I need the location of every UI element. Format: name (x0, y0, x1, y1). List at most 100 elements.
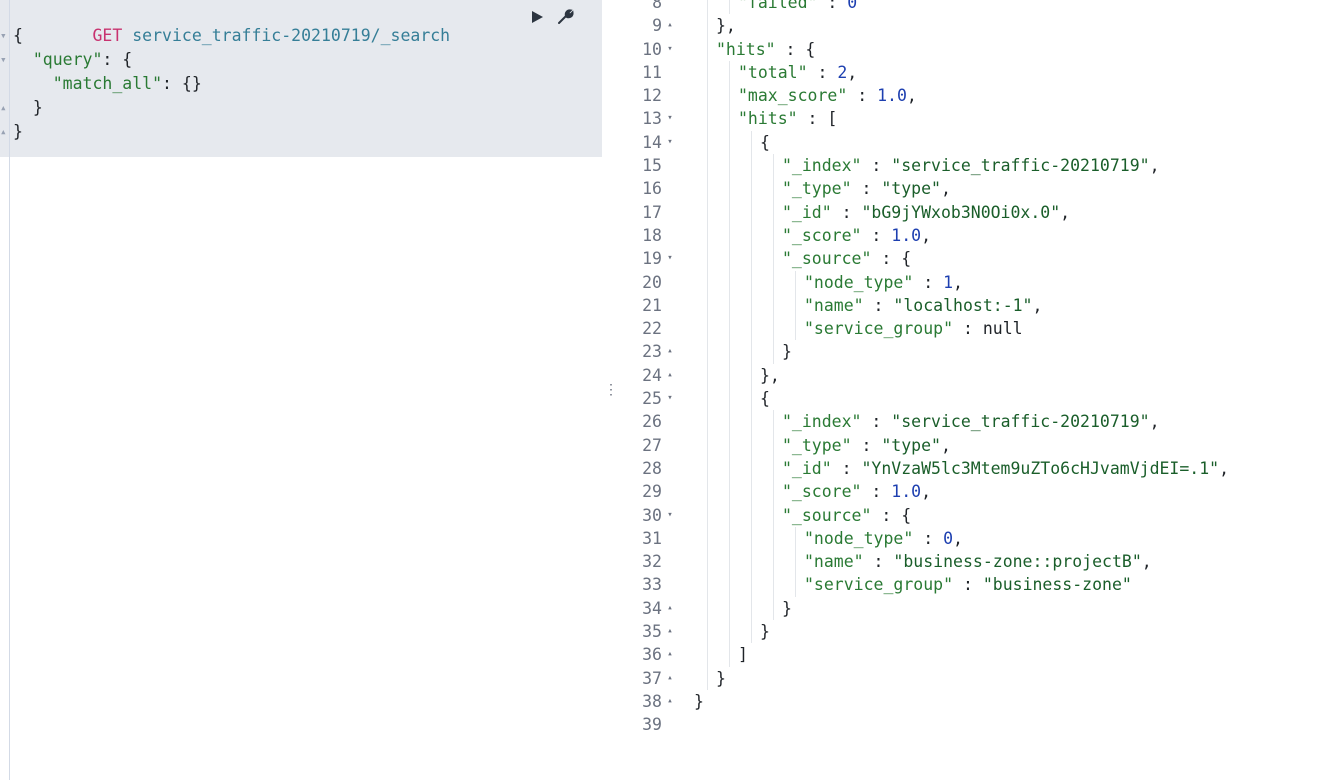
response-line: 9 ▴}, (620, 14, 1320, 38)
drag-handle-icon[interactable]: ⋮ (604, 382, 618, 398)
request-body-line[interactable]: ▾ "query": { (0, 48, 602, 72)
fold-close-icon[interactable]: ▴ (664, 597, 676, 620)
response-code: "service_group" : null (804, 319, 1023, 339)
fold-close-icon[interactable]: ▴ (664, 643, 676, 666)
line-number: 12 (642, 86, 662, 106)
fold-marker-icon[interactable]: ▾ (0, 48, 10, 72)
indent-guide (729, 526, 730, 551)
indent-guide (729, 247, 730, 271)
indent-guide (729, 480, 730, 504)
line-number: 25 (642, 389, 662, 409)
indent-guide (773, 270, 774, 294)
indent-guide (707, 480, 708, 504)
line-number: 26 (642, 412, 662, 432)
request-body-line[interactable]: "match_all": {} (0, 72, 602, 96)
fold-close-icon[interactable]: ▴ (664, 14, 676, 37)
fold-marker-icon[interactable]: ▾ (0, 24, 10, 48)
line-number: 24 (642, 365, 662, 385)
response-code: "_score" : 1.0, (782, 225, 932, 245)
response-code: "_index" : "service_traffic-20210719", (782, 156, 1160, 176)
fold-marker-icon[interactable]: ▴ (0, 96, 10, 120)
line-number: 29 (642, 482, 662, 502)
indent-guide (729, 84, 730, 108)
response-line: 15 "_index" : "service_traffic-20210719", (620, 154, 1320, 178)
indent-guide (707, 84, 708, 108)
play-icon[interactable] (528, 8, 546, 26)
fold-open-icon[interactable]: ▾ (664, 387, 676, 410)
indent-guide (707, 666, 708, 690)
request-lines[interactable]: GET service_traffic-20210719/_search ▾{▾… (0, 0, 602, 144)
request-line[interactable]: GET service_traffic-20210719/_search (0, 0, 602, 45)
response-viewer[interactable]: 8 "failed" : 0 9 ▴}, 10 ▾ "hits" : {11 "total" … (620, 0, 1320, 780)
fold-marker-icon[interactable]: ▴ (0, 120, 10, 144)
request-body-text: { (13, 26, 23, 45)
indent-guide (751, 573, 752, 597)
indent-guide (729, 107, 730, 131)
fold-close-icon[interactable]: ▴ (664, 620, 676, 643)
fold-marker-icon[interactable] (0, 72, 10, 96)
fold-close-icon[interactable]: ▴ (664, 340, 676, 363)
response-line: 21 "name" : "localhost:-1", (620, 293, 1320, 318)
indent-guide (729, 270, 730, 294)
line-number: 33 (642, 575, 662, 595)
line-number: 32 (642, 552, 662, 572)
indent-guide (773, 247, 774, 271)
fold-close-icon[interactable]: ▴ (664, 667, 676, 690)
indent-guide (729, 573, 730, 597)
indent-guide (773, 456, 774, 481)
indent-guide (773, 526, 774, 551)
panel-resizer[interactable]: ⋮ (603, 0, 619, 780)
indent-guide (707, 550, 708, 574)
response-line: 27 "_type" : "type", (620, 433, 1320, 457)
indent-guide (707, 0, 708, 15)
fold-open-icon[interactable]: ▾ (664, 38, 676, 61)
response-code: "name" : "business-zone::projectB", (804, 552, 1152, 572)
request-body-line[interactable]: ▾{ (0, 24, 602, 48)
fold-open-icon[interactable]: ▾ (664, 504, 676, 527)
indent-guide (707, 596, 708, 621)
indent-guide (751, 177, 752, 201)
response-line: 28 "_id" : "YnVzaW5lc3Mtem9uZTo6cHJvamVjd… (620, 456, 1320, 481)
indent-guide (751, 270, 752, 294)
indent-guide (795, 317, 796, 341)
line-number: 20 (642, 272, 662, 292)
indent-guide (707, 270, 708, 294)
line-number: 8 (652, 0, 662, 12)
fold-close-icon[interactable]: ▴ (664, 690, 676, 713)
line-number: 19 (642, 249, 662, 269)
response-line: 39 (620, 713, 1320, 736)
fold-close-icon[interactable]: ▴ (664, 364, 676, 387)
indent-guide (751, 503, 752, 527)
indent-guide (773, 480, 774, 504)
request-body-text: "query": { (32, 50, 133, 69)
line-number: 14 (642, 132, 662, 152)
line-number: 15 (642, 156, 662, 176)
indent-guide (751, 363, 752, 388)
indent-guide (707, 37, 708, 61)
wrench-icon[interactable] (556, 8, 574, 26)
line-number: 30 (642, 505, 662, 525)
line-number: 17 (642, 202, 662, 222)
request-body-line[interactable]: ▴} (0, 120, 602, 144)
response-line: 33 "service_group" : "business-zone" (620, 573, 1320, 597)
indent-guide (707, 410, 708, 434)
indent-guide (773, 433, 774, 457)
fold-open-icon[interactable]: ▾ (664, 247, 676, 270)
fold-open-icon[interactable]: ▾ (664, 107, 676, 130)
request-body-line[interactable]: ▴ } (0, 96, 602, 120)
response-line: 16 "_type" : "type", (620, 177, 1320, 201)
line-number: 35 (642, 622, 662, 642)
indent-guide (729, 363, 730, 388)
request-editor[interactable]: GET service_traffic-20210719/_search ▾{▾… (0, 0, 602, 780)
indent-guide (795, 573, 796, 597)
response-code: "hits" : { (716, 39, 816, 59)
indent-guide (773, 596, 774, 621)
response-code: "_id" : "bG9jYWxob3N0Oi0x.0", (782, 202, 1071, 222)
response-line: 12 "max_score" : 1.0, (620, 84, 1320, 108)
fold-open-icon[interactable]: ▾ (664, 131, 676, 154)
indent-guide (707, 363, 708, 388)
response-line: 37 ▴} (620, 666, 1320, 690)
line-number: 31 (642, 528, 662, 548)
response-code: }, (760, 365, 780, 385)
indent-guide (729, 456, 730, 481)
